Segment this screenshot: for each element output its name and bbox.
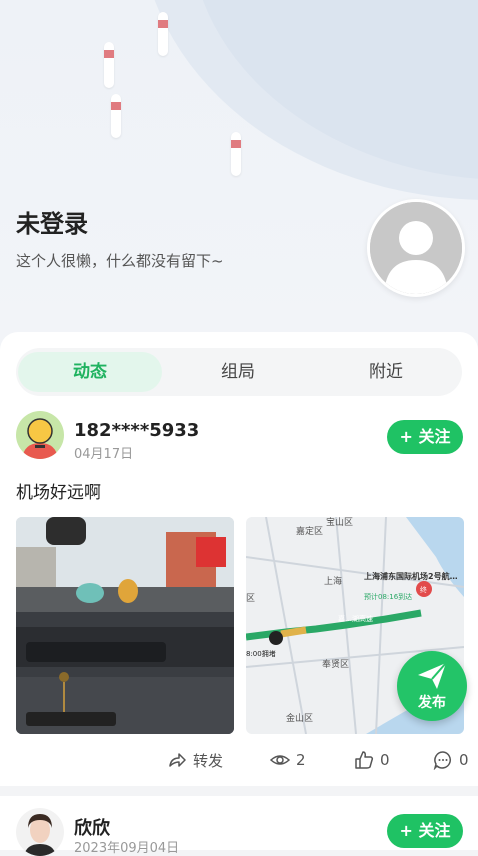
tab-dongtai[interactable]: 动态 (18, 352, 162, 392)
map-label-road: 嘉…湖高速 (338, 614, 373, 623)
map-label-baoshan: 宝山区 (326, 517, 353, 528)
avatar[interactable] (16, 808, 64, 856)
publish-button[interactable]: 发布 (397, 651, 467, 721)
map-label-district: 区 (246, 593, 255, 604)
views-count: 2 (270, 748, 306, 772)
user-avatar-icon (16, 411, 64, 459)
profile-header (0, 0, 478, 350)
publish-label: 发布 (418, 695, 446, 711)
share-icon (169, 753, 186, 767)
post-date: 2023年09月04日 (74, 841, 180, 856)
profile-bio: 这个人很懒，什么都没有留下~ (16, 252, 224, 270)
comments-value: 0 (459, 751, 469, 769)
tab-zuju[interactable]: 组局 (166, 352, 310, 392)
follow-button[interactable]: + 关注 (387, 420, 463, 454)
like-button[interactable]: 0 (354, 748, 390, 772)
map-label-fengxian: 奉贤区 (322, 658, 349, 670)
share-button[interactable]: 转发 (167, 748, 223, 772)
traffic-bollard (158, 12, 168, 56)
post-date: 04月17日 (74, 447, 134, 462)
comment-button[interactable]: 0 (433, 748, 469, 772)
map-label-end: 终 (420, 585, 427, 594)
send-icon (418, 662, 447, 689)
post-text: 机场好远啊 (16, 483, 101, 503)
traffic-bollard (111, 94, 121, 138)
map-label-jinshan: 金山区 (286, 712, 313, 724)
follow-button[interactable]: + 关注 (387, 814, 463, 848)
profile-name[interactable]: 未登录 (16, 204, 88, 239)
views-value: 2 (296, 751, 306, 769)
post-image-car-interior[interactable] (16, 517, 234, 734)
traffic-bollard (104, 42, 114, 88)
car-interior-photo (16, 517, 234, 734)
post-divider (0, 786, 478, 796)
likes-value: 0 (380, 751, 390, 769)
map-label-start-time: 8:00拥堵 (246, 649, 276, 658)
share-label: 转发 (193, 751, 224, 770)
map-label-eta: 预计08:16到达 (364, 592, 412, 601)
post-username[interactable]: 182****5933 (74, 420, 199, 441)
default-avatar-icon (370, 202, 462, 294)
eye-icon (270, 755, 290, 765)
map-label-airport: 上海浦东国际机场2号航… (364, 571, 458, 581)
avatar[interactable] (16, 411, 64, 459)
user-avatar-photo (16, 808, 64, 856)
map-label-jiading: 嘉定区 (296, 525, 323, 537)
map-label-shanghai: 上海 (324, 575, 342, 587)
thumbs-up-icon (355, 751, 374, 769)
profile-avatar[interactable] (367, 199, 465, 297)
traffic-bollard (231, 132, 241, 176)
tab-fujin[interactable]: 附近 (314, 352, 458, 392)
feed-tabs: 动态 组局 附近 (16, 348, 462, 396)
comment-icon (433, 751, 451, 770)
